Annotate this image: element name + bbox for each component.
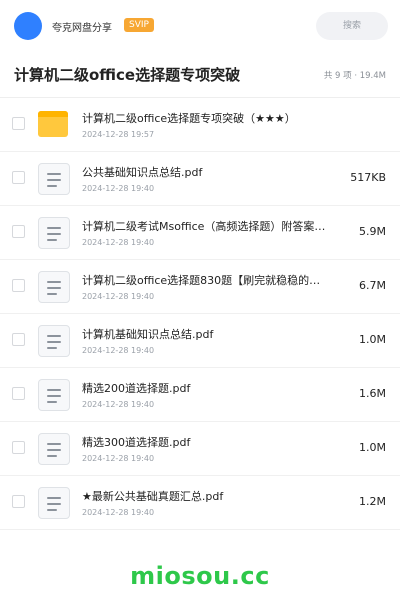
file-date: 2024-12-28 19:40: [82, 238, 155, 247]
document-icon: [38, 325, 70, 357]
avatar[interactable]: [14, 12, 42, 40]
file-row[interactable]: 计算机基础知识点总结.pdf 2024-12-28 19:40 1.0M: [0, 314, 400, 368]
document-icon: [38, 217, 70, 249]
folder-summary: 共 9 项 · 19.4M: [323, 71, 386, 81]
document-icon: [38, 433, 70, 465]
file-row[interactable]: ★最新公共基础真题汇总.pdf 2024-12-28 19:40 1.2M: [0, 476, 400, 530]
file-name[interactable]: 计算机基础知识点总结.pdf: [82, 326, 332, 342]
select-checkbox[interactable]: [12, 171, 25, 184]
file-size: 1.0M: [359, 333, 386, 346]
document-icon: [38, 487, 70, 519]
svip-badge: SVIP: [124, 18, 154, 32]
file-row[interactable]: 计算机二级考试Msoffice（高频选择题）附答案… 2024-12-28 19:…: [0, 206, 400, 260]
file-date: 2024-12-28 19:40: [82, 346, 155, 355]
file-size: 517KB: [350, 171, 386, 184]
select-checkbox[interactable]: [12, 117, 25, 130]
file-row[interactable]: 计算机二级office选择题专项突破（★★★） 2024-12-28 19:57: [0, 98, 400, 152]
select-checkbox[interactable]: [12, 441, 25, 454]
file-name[interactable]: 计算机二级office选择题830题【刷完就稳稳的…: [82, 272, 332, 288]
brand-label: 夸克网盘分享: [52, 23, 112, 34]
file-date: 2024-12-28 19:40: [82, 400, 155, 409]
document-icon: [38, 271, 70, 303]
file-date: 2024-12-28 19:40: [82, 184, 155, 193]
file-name[interactable]: 计算机二级考试Msoffice（高频选择题）附答案…: [82, 218, 332, 234]
file-size: 5.9M: [359, 225, 386, 238]
file-size: 1.6M: [359, 387, 386, 400]
file-date: 2024-12-28 19:40: [82, 454, 155, 463]
file-name[interactable]: 精选300道选择题.pdf: [82, 434, 332, 450]
file-row[interactable]: 计算机二级office选择题830题【刷完就稳稳的… 2024-12-28 19:…: [0, 260, 400, 314]
select-checkbox[interactable]: [12, 387, 25, 400]
top-bar: 夸克网盘分享 SVIP 搜索: [0, 0, 400, 52]
file-row[interactable]: 精选200道选择题.pdf 2024-12-28 19:40 1.6M: [0, 368, 400, 422]
file-list: 计算机二级office选择题专项突破（★★★） 2024-12-28 19:57 公…: [0, 98, 400, 530]
file-row[interactable]: 公共基础知识点总结.pdf 2024-12-28 19:40 517KB: [0, 152, 400, 206]
watermark: miosou.cc: [130, 562, 270, 590]
search-input[interactable]: 搜索: [316, 12, 388, 40]
select-checkbox[interactable]: [12, 225, 25, 238]
file-date: 2024-12-28 19:57: [82, 130, 155, 139]
file-size: 1.2M: [359, 495, 386, 508]
page-title: 计算机二级office选择题专项突破: [14, 66, 241, 84]
file-row[interactable]: 精选300道选择题.pdf 2024-12-28 19:40 1.0M: [0, 422, 400, 476]
file-name[interactable]: ★最新公共基础真题汇总.pdf: [82, 488, 332, 504]
select-checkbox[interactable]: [12, 279, 25, 292]
document-icon: [38, 379, 70, 411]
file-name[interactable]: 公共基础知识点总结.pdf: [82, 164, 332, 180]
file-size: 6.7M: [359, 279, 386, 292]
footer: miosou.cc: [0, 548, 400, 600]
file-name[interactable]: 精选200道选择题.pdf: [82, 380, 332, 396]
folder-icon: [38, 109, 70, 141]
file-date: 2024-12-28 19:40: [82, 292, 155, 301]
file-size: 1.0M: [359, 441, 386, 454]
select-checkbox[interactable]: [12, 333, 25, 346]
file-name[interactable]: 计算机二级office选择题专项突破（★★★）: [82, 110, 332, 126]
select-checkbox[interactable]: [12, 495, 25, 508]
document-icon: [38, 163, 70, 195]
file-date: 2024-12-28 19:40: [82, 508, 155, 517]
folder-header: 计算机二级office选择题专项突破 共 9 项 · 19.4M: [0, 52, 400, 98]
